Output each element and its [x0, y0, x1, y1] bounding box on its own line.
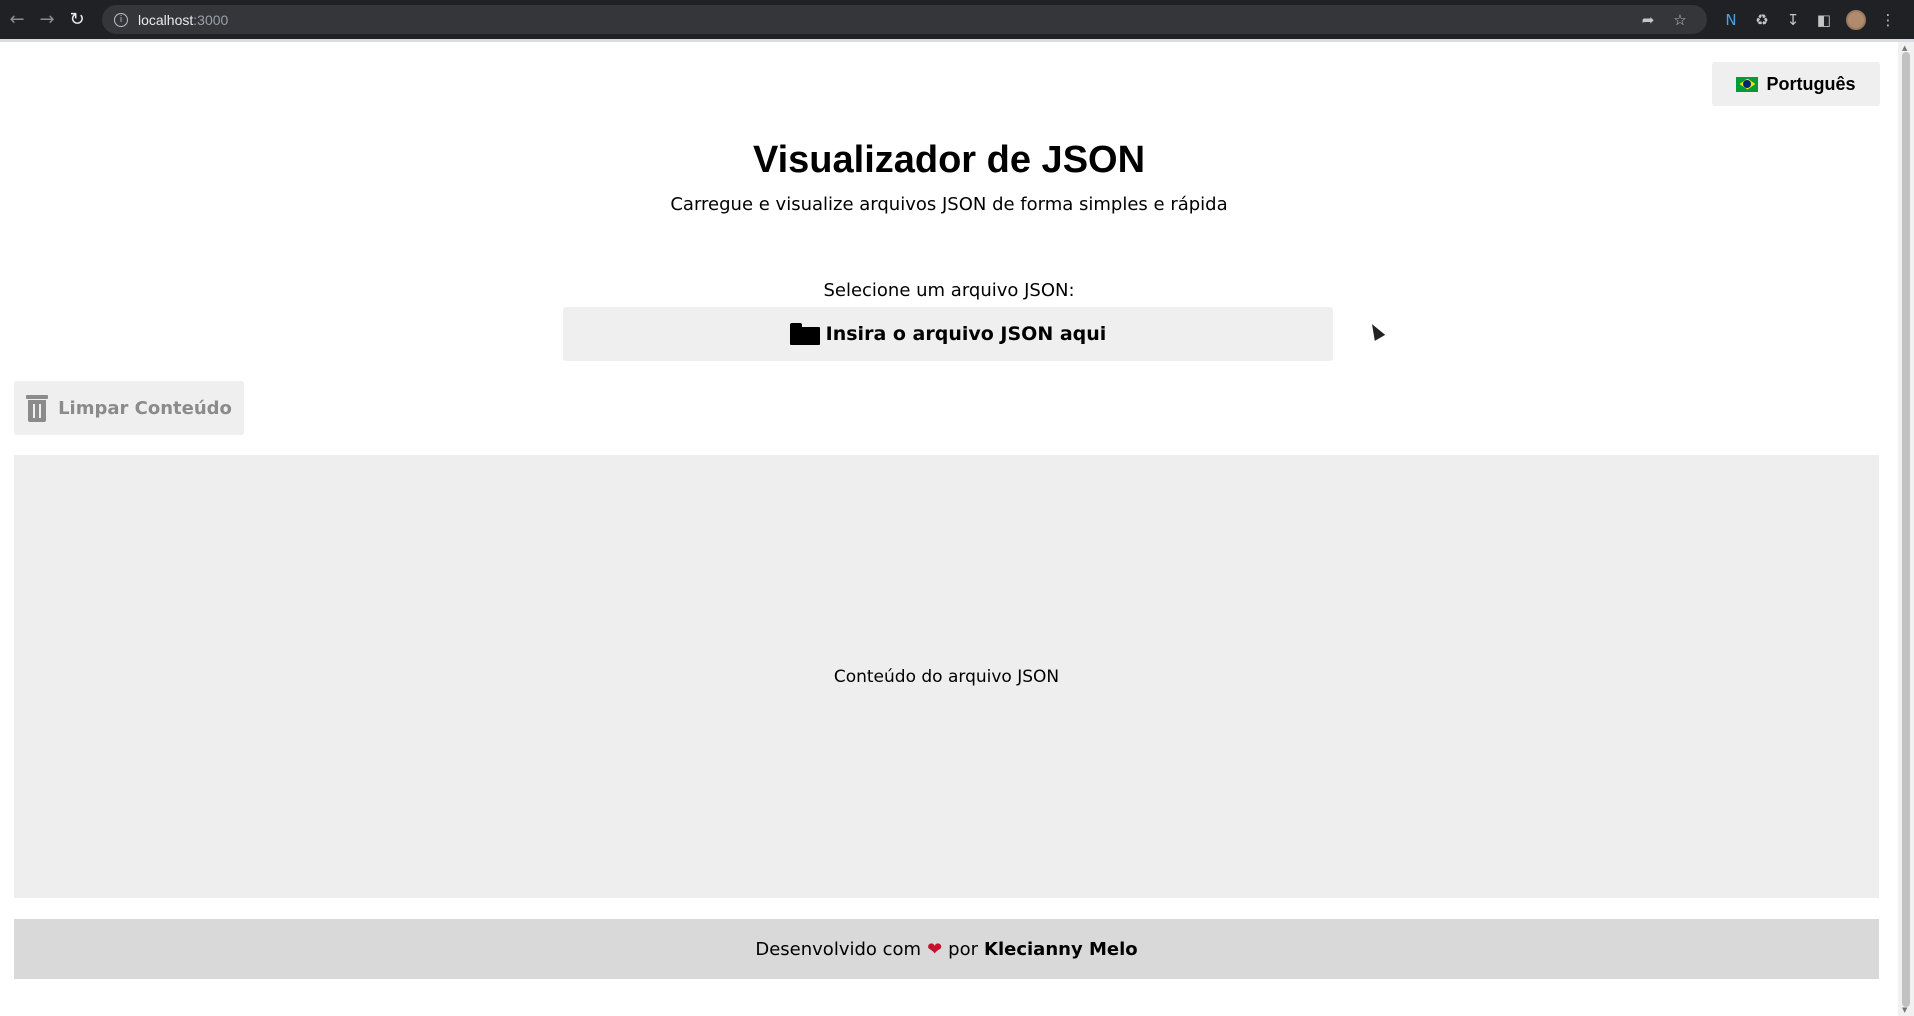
footer-prefix: Desenvolvido com: [755, 938, 922, 960]
scrollbar-thumb[interactable]: [1902, 52, 1910, 1007]
page-scrollbar[interactable]: ▲ ▼: [1898, 42, 1914, 1016]
reload-icon[interactable]: ↻: [62, 5, 92, 35]
json-content-placeholder: Conteúdo do arquivo JSON: [833, 666, 1060, 687]
page-content: Português Visualizador de JSON Carregue …: [0, 42, 1898, 1016]
share-icon[interactable]: ➦: [1639, 11, 1657, 29]
scroll-down-icon[interactable]: ▼: [1902, 1006, 1907, 1014]
brazil-flag-icon: [1736, 76, 1759, 92]
clear-label: Limpar Conteúdo: [58, 397, 232, 419]
file-select-label: Selecione um arquivo JSON:: [823, 280, 1075, 301]
page-title: Visualizador de JSON: [752, 139, 1146, 181]
profile-avatar[interactable]: [1846, 9, 1866, 30]
footer-author-link[interactable]: Klecianny Melo: [984, 939, 1138, 960]
browser-toolbar: ← → ↻ i localhost:3000 ➦ ☆ N ♻ ↧ ◧ ⋮: [0, 0, 1914, 39]
forward-icon[interactable]: →: [32, 5, 62, 35]
url-text: localhost:3000: [138, 11, 229, 28]
clear-content-button[interactable]: Limpar Conteúdo: [14, 381, 244, 435]
address-bar[interactable]: i localhost:3000 ➦ ☆: [102, 5, 1707, 34]
footer: Desenvolvido com ❤ por Klecianny Melo: [14, 919, 1879, 979]
extensions-puzzle-icon[interactable]: ♻: [1753, 11, 1771, 29]
anatomical-heart-icon: ❤: [927, 938, 943, 960]
page-subtitle: Carregue e visualize arquivos JSON de fo…: [670, 194, 1228, 215]
bookmark-star-icon[interactable]: ☆: [1671, 11, 1689, 29]
menu-kebab-icon[interactable]: ⋮: [1879, 11, 1897, 29]
extension-n-icon[interactable]: N: [1722, 11, 1740, 29]
trash-icon: [26, 394, 49, 422]
back-icon[interactable]: ←: [2, 5, 32, 35]
download-icon[interactable]: ↧: [1784, 11, 1802, 29]
file-upload-button[interactable]: Insira o arquivo JSON aqui: [563, 307, 1333, 361]
language-selector-button[interactable]: Português: [1712, 62, 1880, 106]
site-info-icon[interactable]: i: [114, 12, 128, 27]
scroll-up-icon[interactable]: ▲: [1902, 44, 1907, 52]
language-label: Português: [1766, 73, 1856, 94]
json-content-area: Conteúdo do arquivo JSON: [14, 455, 1879, 898]
upload-label: Insira o arquivo JSON aqui: [825, 323, 1107, 345]
footer-middle: por: [948, 938, 979, 960]
folder-icon: [789, 323, 820, 345]
side-panel-icon[interactable]: ◧: [1815, 11, 1833, 29]
